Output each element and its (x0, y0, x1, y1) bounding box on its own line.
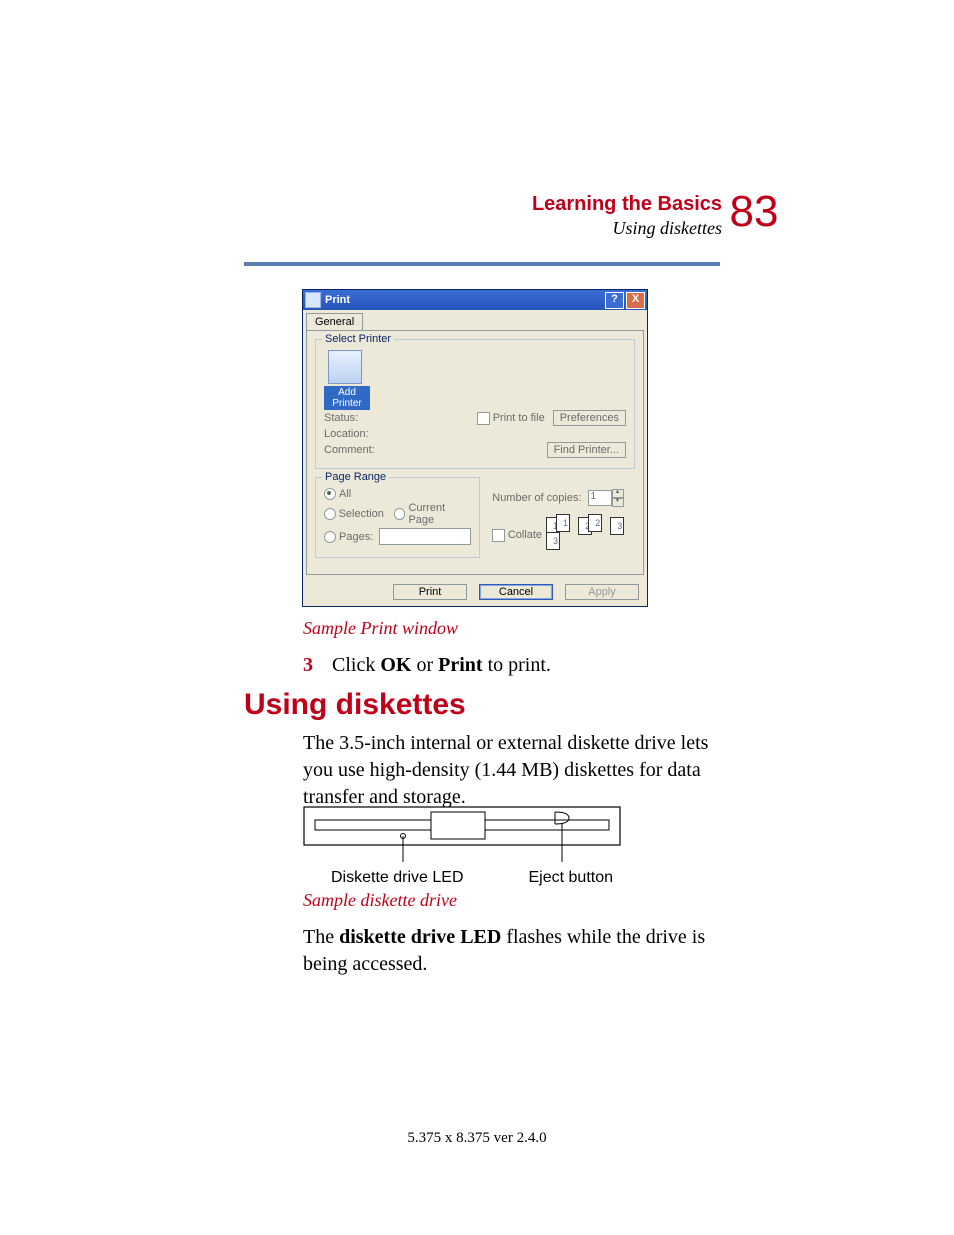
copies-spinner[interactable]: ▲▼ (612, 489, 624, 507)
cancel-button[interactable]: Cancel (479, 584, 553, 600)
radio-selection-label: Selection (339, 508, 384, 520)
caption-diskette-drive: Sample diskette drive (303, 889, 457, 912)
radio-current[interactable] (394, 508, 406, 520)
dialog-button-row: Print Cancel Apply (303, 578, 647, 606)
step-number: 3 (303, 654, 313, 676)
copies-label: Number of copies: (492, 492, 581, 504)
heading-using-diskettes: Using diskettes (244, 690, 466, 720)
dialog-title: Print (325, 294, 603, 306)
dialog-panel: Select Printer Add Printer Status: Print… (306, 330, 644, 575)
group-select-printer: Select Printer Add Printer Status: Print… (315, 339, 635, 469)
step-3: 3 Click OK or Print to print. (303, 652, 723, 679)
diskette-drive-figure: Diskette drive LED Eject button (303, 806, 621, 886)
printer-icon (305, 292, 321, 308)
caption-print-window: Sample Print window (303, 617, 458, 640)
page-number: 83 (724, 190, 784, 234)
copies-area: Number of copies: 1 ▲▼ Collate 11 22 33 (488, 477, 635, 566)
page-header: Learning the Basics Using diskettes (532, 194, 722, 240)
pages-input[interactable] (379, 528, 471, 545)
location-label: Location: (324, 428, 384, 440)
find-printer-button[interactable]: Find Printer... (547, 442, 626, 458)
print-dialog: Print ? X General Select Printer Add Pri… (302, 289, 648, 607)
collate-checkbox[interactable] (492, 529, 505, 542)
add-printer-item[interactable]: Add Printer (324, 350, 370, 410)
comment-label: Comment: (324, 444, 384, 456)
tab-general[interactable]: General (306, 313, 363, 330)
add-printer-icon (328, 350, 362, 384)
group-legend-select: Select Printer (322, 333, 394, 345)
radio-all-label: All (339, 488, 351, 500)
status-label: Status: (324, 412, 384, 424)
radio-selection[interactable] (324, 508, 336, 520)
label-drive-led: Diskette drive LED (331, 870, 464, 886)
group-legend-range: Page Range (322, 471, 389, 483)
section-subtitle: Using diskettes (532, 218, 722, 240)
radio-pages-label: Pages: (339, 531, 373, 543)
copies-input[interactable]: 1 (588, 490, 612, 506)
apply-button[interactable]: Apply (565, 584, 639, 600)
tab-strip: General (303, 310, 647, 330)
print-to-file-label: Print to file (493, 412, 545, 424)
help-button[interactable]: ? (605, 292, 624, 309)
print-button[interactable]: Print (393, 584, 467, 600)
print-to-file-checkbox[interactable] (477, 412, 490, 425)
para-led: The diskette drive LED flashes while the… (303, 924, 723, 978)
titlebar: Print ? X (303, 290, 647, 310)
close-button[interactable]: X (626, 292, 645, 309)
para-diskette-intro: The 3.5-inch internal or external disket… (303, 730, 723, 811)
preferences-button[interactable]: Preferences (553, 410, 626, 426)
radio-all[interactable] (324, 488, 336, 500)
add-printer-label: Add Printer (324, 386, 370, 410)
collate-icon: 11 22 33 (550, 517, 631, 553)
header-rule (244, 262, 720, 266)
footer-text: 5.375 x 8.375 ver 2.4.0 (0, 1130, 954, 1147)
radio-pages[interactable] (324, 531, 336, 543)
chapter-title: Learning the Basics (532, 194, 722, 214)
label-eject-button: Eject button (529, 870, 614, 886)
radio-current-label: Current Page (408, 502, 471, 526)
collate-label: Collate (508, 529, 542, 541)
group-page-range: Page Range All Selection Current Page Pa… (315, 477, 480, 558)
